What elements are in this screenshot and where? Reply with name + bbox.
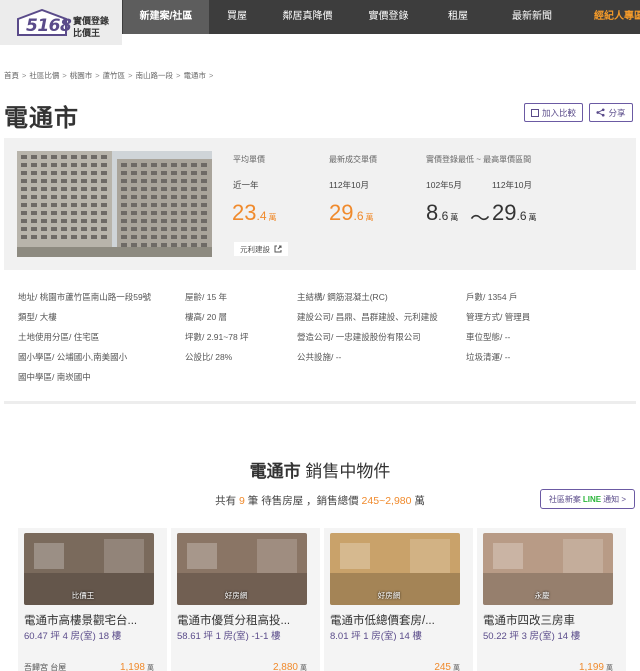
share-icon (596, 108, 606, 117)
nav-item[interactable]: 新建案/社區 (123, 0, 209, 34)
breadcrumb-separator: > (176, 71, 181, 80)
breadcrumb-item[interactable]: 首頁 (4, 71, 19, 80)
listing-meta: 8.01 坪 1 房(室) 14 樓 (330, 631, 422, 642)
site-logo[interactable]: 5168 實價登錄 比價王 (0, 0, 122, 45)
builder-tag-link[interactable]: 元利建設 (234, 242, 288, 256)
latest-price-label: 最新成交單價 (329, 155, 377, 164)
listing-title[interactable]: 電通市高樓景觀宅台... (24, 612, 164, 628)
compare-icon (530, 108, 539, 117)
info-age: 屋齡/ 15 年 (185, 292, 228, 302)
breadcrumb-separator: > (62, 71, 67, 80)
nav-item[interactable]: 實價登錄 (350, 0, 427, 34)
info-floors: 樓高/ 20 層 (185, 312, 228, 322)
breadcrumb: 首頁 > 社區比價 > 桃園市 > 蘆竹區 > 南山路一段 > 電通市 > (4, 70, 216, 81)
listing-card[interactable]: 好房網電通市低總價套房/... 8.01 坪 1 房(室) 14 樓 245 萬 (324, 528, 473, 671)
building-image (17, 151, 212, 257)
price-panel: 平均單價 近一年 23.4 萬 最新成交單價 112年10月 29.6 萬 實價登錄… (4, 138, 636, 270)
listing-footer: 吾歸宮 台屋 1,198 萬 (24, 662, 154, 671)
breadcrumb-item[interactable]: 電通市 (183, 71, 206, 80)
avg-price-value: 23.4 萬 (232, 200, 277, 225)
logo-line-2: 比價王 (73, 28, 101, 38)
info-management: 管理方式/ 管理員 (466, 312, 531, 322)
listing-title[interactable]: 電通市優質分租高投... (177, 612, 317, 628)
info-structure: 主結構/ 鋼筋混凝土(RC) (297, 292, 388, 302)
section-divider (4, 401, 636, 404)
listing-price: 1,198 萬 (119, 662, 154, 671)
listing-card[interactable]: 比價王 電通市高樓景觀宅台... 60.47 坪 4 房(室) 18 樓吾歸宮 台屋… (18, 528, 167, 671)
listing-footer: 1,199 萬 (483, 662, 613, 671)
listings-title: 電通市 銷售中物件 (249, 462, 391, 481)
community-photo[interactable] (17, 151, 212, 257)
info-elementary: 國小學區/ 公埔國小,南美國小 (18, 352, 128, 362)
nav-item[interactable]: 鄰居真降價 (265, 0, 350, 34)
info-households: 戶數/ 1354 戶 (466, 292, 518, 302)
breadcrumb-separator: > (208, 71, 214, 80)
nav-item[interactable]: 經紀人專區 (575, 0, 640, 34)
breadcrumb-separator: > (95, 71, 100, 80)
listing-title[interactable]: 電通市四改三房車 (483, 612, 623, 628)
listing-source: 好房網 (377, 591, 401, 600)
info-parking: 車位型態/ -- (466, 332, 511, 342)
info-builder: 建設公司/ 昌鼎、昌群建設、元利建設 (297, 312, 438, 322)
breadcrumb-item[interactable]: 社區比價 (29, 71, 59, 80)
latest-price-month: 112年10月 (329, 180, 370, 190)
breadcrumb-separator: > (22, 71, 27, 80)
range-low-value: 8.6 萬 (426, 200, 459, 225)
listing-meta: 60.47 坪 4 房(室) 18 樓 (24, 631, 122, 642)
page-title: 電通市 (4, 105, 79, 132)
listing-price: 2,880 萬 (272, 662, 307, 671)
listing-agent: 吾歸宮 台屋 (24, 663, 67, 671)
builder-tag-label: 元利建設 (240, 244, 270, 254)
logo-number: 5168 (26, 16, 72, 36)
nav-item[interactable]: 最新新聞 (489, 0, 575, 34)
info-garbage: 垃圾清運/ -- (466, 352, 511, 362)
listing-source: 比價王 (71, 591, 95, 600)
share-label: 分享 (608, 107, 626, 118)
range-from-month: 102年5月 (426, 180, 462, 190)
listing-price: 1,199 萬 (578, 662, 613, 671)
avg-price-label: 平均單價 (233, 155, 265, 164)
main-nav: 新建案/社區 買屋 鄰居真降價 實價登錄 租屋 最新新聞 經紀人專區 (123, 0, 640, 34)
price-range-label: 實價登錄最低 ~ 最高單價區間 (426, 155, 532, 164)
listing-meta: 50.22 坪 3 房(室) 14 樓 (483, 631, 581, 642)
nav-item[interactable]: 買屋 (209, 0, 265, 34)
listing-card[interactable]: 永慶電通市四改三房車 50.22 坪 3 房(室) 14 樓 1,199 萬 (477, 528, 626, 671)
range-separator: ～ (470, 208, 490, 230)
range-high-value: 29.6 萬 (492, 200, 537, 225)
listing-source: 好房網 (224, 591, 248, 600)
breadcrumb-item[interactable]: 桃園市 (70, 71, 93, 80)
listing-footer: 245 萬 (330, 662, 460, 671)
latest-price-value: 29.6 萬 (329, 200, 374, 225)
add-compare-button[interactable]: 加入比較 (524, 103, 583, 122)
avg-price-period: 近一年 (233, 180, 259, 190)
external-link-icon (274, 245, 282, 253)
info-junior: 國中學區/ 南崁國中 (18, 372, 91, 382)
listing-meta: 58.61 坪 1 房(室) -1-1 樓 (177, 631, 281, 642)
listing-source: 永慶 (534, 591, 550, 600)
add-compare-label: 加入比較 (541, 107, 576, 118)
line-notify-button[interactable]: 社區新案 LINE 通知 > (540, 489, 635, 509)
share-button[interactable]: 分享 (589, 103, 633, 122)
listing-price: 245 萬 (434, 662, 460, 671)
listing-title[interactable]: 電通市低總價套房/... (330, 612, 470, 628)
nav-item[interactable]: 租屋 (427, 0, 489, 34)
breadcrumb-item[interactable]: 南山路一段 (136, 71, 174, 80)
breadcrumb-separator: > (128, 71, 133, 80)
range-to-month: 112年10月 (492, 180, 533, 190)
listing-card[interactable]: 好房網電通市優質分租高投... 58.61 坪 1 房(室) -1-1 樓 2,88… (171, 528, 320, 671)
info-type: 類型/ 大樓 (18, 312, 57, 322)
info-public-ratio: 公設比/ 28% (185, 352, 233, 362)
info-address: 地址/ 桃園市蘆竹區南山路一段59號 (18, 292, 152, 302)
info-facilities: 公共設施/ -- (297, 352, 342, 362)
info-constructor: 營造公司/ 一忠建設股份有限公司 (297, 332, 421, 342)
breadcrumb-item[interactable]: 蘆竹區 (103, 71, 126, 80)
info-area: 坪數/ 2.91~78 坪 (185, 332, 249, 342)
info-zoning: 土地使用分區/ 住宅區 (18, 332, 100, 342)
listing-footer: 2,880 萬 (177, 662, 307, 671)
